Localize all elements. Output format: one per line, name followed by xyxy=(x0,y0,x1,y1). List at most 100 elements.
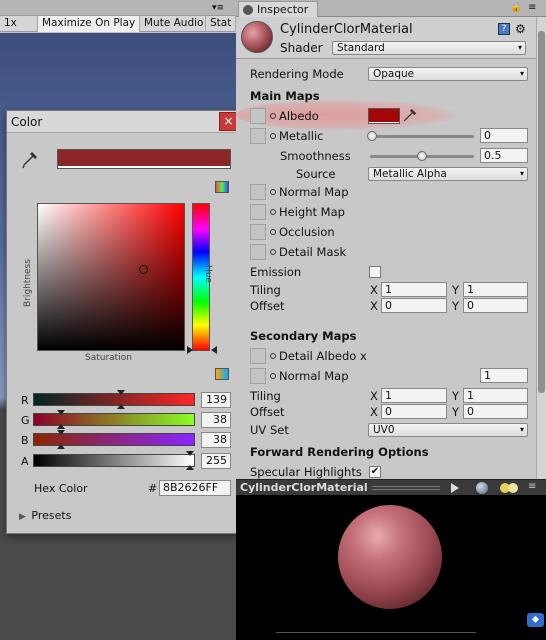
rendering-mode-dropdown[interactable]: Opaque ▾ xyxy=(368,67,528,81)
texture-picker-icon[interactable] xyxy=(270,209,276,215)
metallic-input[interactable]: 0 xyxy=(480,128,528,143)
presets-foldout[interactable]: ▶ Presets xyxy=(19,509,71,522)
menu-icon[interactable]: ≡ xyxy=(528,2,536,13)
uv-set-value: UV0 xyxy=(373,424,395,436)
normal-map2-scale-input[interactable]: 1 xyxy=(480,368,528,383)
g-value[interactable]: 38 xyxy=(201,412,231,428)
tiling2-y-input[interactable]: 1 xyxy=(463,388,528,403)
a-value[interactable]: 255 xyxy=(201,453,231,469)
texture-picker-icon[interactable] xyxy=(270,353,276,359)
material-preview[interactable]: ⬥ xyxy=(236,495,546,640)
hex-input[interactable]: 8B2626FF xyxy=(159,480,231,496)
stats-toggle[interactable]: Stat xyxy=(206,16,236,32)
a-thumb-bottom[interactable] xyxy=(186,465,194,470)
b-thumb[interactable] xyxy=(57,430,65,435)
menu-dots-icon[interactable]: ▾≡ xyxy=(212,3,224,13)
offset-x-input[interactable]: 0 xyxy=(381,298,447,313)
offset2-y-input[interactable]: 0 xyxy=(463,404,528,419)
texture-picker-icon[interactable] xyxy=(270,249,276,255)
color-picker-window: Color × Brightness Hue Saturation R 139 … xyxy=(6,110,241,534)
eyedropper-icon[interactable] xyxy=(402,108,418,124)
specular-highlights-checkbox[interactable]: ✔ xyxy=(369,466,381,478)
scale-dropdown[interactable]: 1x xyxy=(0,16,38,32)
g-thumb[interactable] xyxy=(57,410,65,415)
texture-picker-icon[interactable] xyxy=(270,189,276,195)
scrollbar-thumb[interactable] xyxy=(538,31,545,393)
r-slider[interactable] xyxy=(33,390,195,409)
r-thumb-bottom[interactable] xyxy=(117,404,125,409)
r-value[interactable]: 139 xyxy=(201,392,231,408)
g-slider[interactable] xyxy=(33,410,195,429)
mute-audio-toggle[interactable]: Mute Audio xyxy=(140,16,206,32)
b-slider[interactable] xyxy=(33,430,195,449)
detail-albedo-texture-slot[interactable] xyxy=(250,348,266,364)
hue-thumb-right-icon[interactable] xyxy=(209,346,217,354)
offset2-x-label: X xyxy=(370,405,378,419)
a-thumb[interactable] xyxy=(186,451,194,456)
sphere-icon[interactable] xyxy=(476,482,488,494)
metallic-texture-slot[interactable] xyxy=(250,128,266,144)
tiling2-x-input[interactable]: 1 xyxy=(381,388,447,403)
maximize-on-play-toggle[interactable]: Maximize On Play xyxy=(38,16,140,32)
hex-hash: # xyxy=(148,482,158,495)
texture-picker-icon[interactable] xyxy=(270,133,276,139)
color-picker-titlebar[interactable]: Color xyxy=(7,111,240,133)
inspector-scrollbar[interactable] xyxy=(536,17,546,479)
lock-icon[interactable]: 🔒 xyxy=(510,2,522,13)
b-thumb-bottom[interactable] xyxy=(57,444,65,449)
emission-label: Emission xyxy=(250,265,302,279)
normal-map2-texture-slot[interactable] xyxy=(250,368,266,384)
hex-label: Hex Color xyxy=(34,482,88,495)
saturation-brightness-box[interactable] xyxy=(37,203,185,351)
occlusion-label: Occlusion xyxy=(279,225,335,239)
metallic-slider-knob[interactable] xyxy=(367,131,377,141)
tag-icon[interactable]: ⬥ xyxy=(527,613,544,627)
g-thumb-bottom[interactable] xyxy=(57,424,65,429)
sv-cursor[interactable] xyxy=(139,265,148,274)
emission-checkbox[interactable] xyxy=(369,266,381,278)
swatch-alpha xyxy=(58,166,230,168)
preview-menu-icon[interactable]: ≡ xyxy=(528,481,536,492)
tab-inspector[interactable]: Inspector xyxy=(238,1,318,17)
game-tabbar: ▾≡ xyxy=(0,0,236,16)
tiling-x-input[interactable]: 1 xyxy=(381,282,447,297)
texture-picker-icon[interactable] xyxy=(270,229,276,235)
detail-mask-texture-slot[interactable] xyxy=(250,244,266,260)
play-icon[interactable] xyxy=(450,483,460,493)
a-slider[interactable] xyxy=(33,451,195,470)
occlusion-texture-slot[interactable] xyxy=(250,224,266,240)
height-map-texture-slot[interactable] xyxy=(250,204,266,220)
albedo-color-swatch[interactable] xyxy=(368,108,400,124)
preview-drag-handle[interactable] xyxy=(372,486,440,490)
gear-icon[interactable]: ⚙ xyxy=(515,23,527,35)
hue-thumb-left-icon[interactable] xyxy=(187,346,195,354)
color-mode-icon[interactable] xyxy=(215,181,229,193)
shader-dropdown[interactable]: Standard ▾ xyxy=(332,41,526,55)
detail-albedo-label: Detail Albedo x xyxy=(279,349,367,363)
offset2-label: Offset xyxy=(250,405,285,419)
normal-map-texture-slot[interactable] xyxy=(250,184,266,200)
r-thumb[interactable] xyxy=(117,390,125,395)
uv-set-label: UV Set xyxy=(250,423,289,437)
normal-map-row: Normal Map xyxy=(270,185,349,199)
tiling-y-input[interactable]: 1 xyxy=(463,282,528,297)
texture-picker-icon[interactable] xyxy=(270,113,276,119)
smoothness-slider-knob[interactable] xyxy=(417,151,427,161)
offset2-x-input[interactable]: 0 xyxy=(381,404,447,419)
light-icon[interactable] xyxy=(508,483,518,493)
b-value[interactable]: 38 xyxy=(201,432,231,448)
texture-picker-icon[interactable] xyxy=(270,373,276,379)
offset-y-input[interactable]: 0 xyxy=(463,298,528,313)
help-icon[interactable]: ? xyxy=(498,23,510,35)
normal-map2-label: Normal Map xyxy=(279,369,349,383)
metallic-label: Metallic xyxy=(279,129,324,143)
eyedropper-icon[interactable] xyxy=(21,151,39,169)
saturation-label: Saturation xyxy=(85,353,132,363)
uv-set-dropdown[interactable]: UV0 ▾ xyxy=(368,423,528,437)
smoothness-input[interactable]: 0.5 xyxy=(480,148,528,163)
albedo-texture-slot[interactable] xyxy=(250,108,266,124)
metallic-slider[interactable] xyxy=(370,135,474,138)
source-dropdown[interactable]: Metallic Alpha ▾ xyxy=(368,167,528,181)
secondary-maps-heading: Secondary Maps xyxy=(250,329,357,343)
slider-mode-icon[interactable] xyxy=(215,368,229,380)
